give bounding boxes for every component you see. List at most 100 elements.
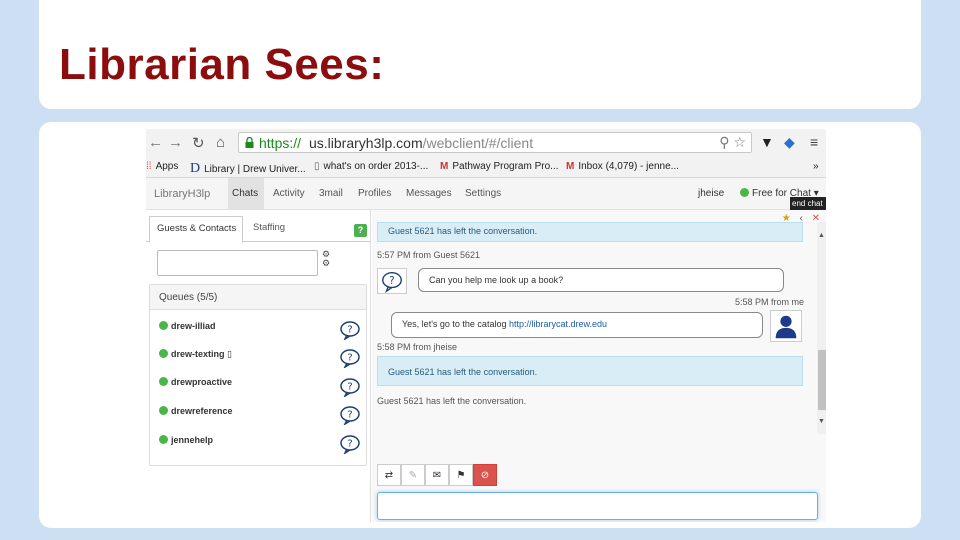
screenshot: ← → ↻ ⌂ https:// us.libraryh3lp.com/webc…: [146, 129, 826, 522]
bookmark-pathway[interactable]: M Pathway Program Pro...: [440, 161, 559, 172]
slide-title-card: Librarian Sees:: [39, 0, 921, 109]
chat-panel: ★ ‹ ✕ Guest 5621 has left the conversati…: [372, 210, 826, 522]
email-button[interactable]: ✉: [425, 464, 449, 486]
reload-icon[interactable]: ↻: [192, 134, 205, 152]
app-navbar: LibraryH3lp Chats Activity 3mail Profile…: [146, 178, 826, 210]
status-online-icon: [159, 349, 168, 358]
block-icon: ⊘: [480, 469, 490, 481]
svg-text:?: ?: [389, 276, 394, 287]
gmail-icon: M: [566, 161, 575, 172]
svg-text:?: ?: [347, 325, 352, 336]
catalog-link[interactable]: http://librarycat.drew.edu: [509, 319, 607, 329]
nav-3mail[interactable]: 3mail: [319, 188, 343, 199]
my-message-bubble: Yes, let's go to the catalog http://libr…: [391, 312, 763, 338]
status-online-icon: [159, 321, 168, 330]
url-path: /webclient/#/client: [422, 135, 534, 151]
queues-panel: Queues (5/5) drew-illiad drew-texting ▯ …: [149, 284, 367, 466]
url-host-path: us.libraryh3lp.com/webclient/#/client: [309, 135, 533, 151]
svg-text:?: ?: [347, 410, 352, 421]
bookmark-library[interactable]: D Library | Drew Univer...: [190, 161, 306, 177]
svg-text:?: ?: [347, 353, 352, 364]
slide-content-card: ← → ↻ ⌂ https:// us.libraryh3lp.com/webc…: [39, 122, 921, 528]
nav-profiles[interactable]: Profiles: [358, 188, 391, 199]
tab-staffing[interactable]: Staffing: [253, 222, 285, 233]
message-meta: 5:58 PM from me: [735, 297, 805, 307]
message-meta: 5:57 PM from Guest 5621: [377, 250, 481, 260]
home-icon[interactable]: ⌂: [216, 134, 225, 151]
phone-icon: ▯: [227, 349, 232, 359]
url-host: us.libraryh3lp.com: [309, 135, 423, 151]
system-note: Guest 5621 has left the conversation.: [377, 396, 527, 406]
lock-icon: [245, 137, 254, 148]
slide-title: Librarian Sees:: [59, 40, 385, 89]
bookmarks-more[interactable]: »: [813, 161, 819, 172]
url-scheme: https://: [259, 135, 302, 151]
system-message: Guest 5621 has left the conversation.: [377, 356, 803, 386]
back-arrow-icon[interactable]: ←: [148, 134, 163, 151]
scroll-up-icon[interactable]: ▲: [818, 232, 825, 239]
bookmark-apps[interactable]: ⁞⁞ Apps: [146, 161, 178, 172]
guest-avatar-icon: ?: [377, 268, 407, 294]
help-badge[interactable]: ?: [354, 224, 367, 237]
status-online-icon: [740, 188, 749, 197]
brand[interactable]: LibraryH3lp: [154, 188, 210, 200]
bookmark-inbox[interactable]: M Inbox (4,079) - jenne...: [566, 161, 679, 172]
guest-message-bubble: Can you help me look up a book?: [418, 268, 784, 292]
menu-icon[interactable]: ≡: [810, 134, 818, 150]
bookmark-order[interactable]: ▯ what's on order 2013-...: [314, 161, 428, 172]
svg-text:?: ?: [347, 439, 352, 450]
queue-item[interactable]: drew-illiad: [159, 321, 216, 331]
queue-item[interactable]: jennehelp: [159, 435, 213, 445]
apps-grid-icon: ⁞⁞: [146, 161, 152, 172]
star-icon[interactable]: ☆: [733, 134, 746, 150]
queue-item[interactable]: drewreference: [159, 406, 233, 416]
chat-message-input[interactable]: [377, 492, 818, 520]
drew-d-icon: D: [190, 161, 201, 176]
address-bar[interactable]: https:// us.libraryh3lp.com/webclient/#/…: [238, 132, 752, 153]
chat-bubble-question-icon[interactable]: ?: [339, 348, 361, 368]
status-online-icon: [159, 406, 168, 415]
owl-extension-icon[interactable]: ▼: [760, 134, 774, 150]
tab-guests-contacts[interactable]: Guests & Contacts: [149, 216, 243, 243]
status-online-icon: [159, 377, 168, 386]
chat-bubble-question-icon[interactable]: ?: [339, 320, 361, 340]
envelope-icon: ✉: [432, 469, 442, 481]
chat-scrollbar[interactable]: ▲ ▼: [817, 222, 826, 434]
forward-arrow-icon[interactable]: →: [168, 134, 183, 151]
contact-search-input[interactable]: [157, 250, 318, 276]
diamond-extension-icon[interactable]: ◆: [784, 134, 795, 151]
chat-bubble-question-icon[interactable]: ?: [339, 434, 361, 454]
message-meta: 5:58 PM from jheise: [377, 342, 458, 352]
scroll-thumb[interactable]: [818, 350, 826, 410]
transfer-button[interactable]: ⇄: [377, 464, 401, 486]
queues-header: Queues (5/5): [150, 285, 366, 310]
browser-toolbar: ← → ↻ ⌂ https:// us.libraryh3lp.com/webc…: [146, 129, 826, 157]
attach-button[interactable]: ✎: [401, 464, 425, 486]
nav-activity[interactable]: Activity: [273, 188, 305, 199]
end-chat-button[interactable]: ⊘: [473, 464, 497, 486]
nav-chats[interactable]: Chats: [232, 188, 258, 199]
queue-item[interactable]: drewproactive: [159, 377, 232, 387]
chat-bubble-question-icon[interactable]: ?: [339, 405, 361, 425]
flag-icon: ⚑: [456, 469, 466, 481]
transfer-icon: ⇄: [384, 469, 394, 481]
gmail-icon: M: [440, 161, 449, 172]
bookmarks-bar: ⁞⁞ Apps D Library | Drew Univer... ▯ what's…: [146, 157, 826, 178]
user-name[interactable]: jheise: [698, 188, 724, 199]
nav-messages[interactable]: Messages: [406, 188, 452, 199]
address-bar-icons: ⚲ ☆: [719, 134, 746, 151]
nav-settings[interactable]: Settings: [465, 188, 501, 199]
chat-bubble-question-icon[interactable]: ?: [339, 377, 361, 397]
settings-gear-icon[interactable]: ⚙ ⚙: [322, 250, 330, 268]
paperclip-icon: ✎: [408, 469, 418, 481]
scroll-down-icon[interactable]: ▼: [818, 418, 825, 425]
left-panel: Guests & Contacts Staffing ? ⚙ ⚙ Queues (…: [146, 210, 371, 522]
librarian-avatar-icon: [770, 310, 802, 342]
svg-text:?: ?: [347, 382, 352, 393]
zoom-icon[interactable]: ⚲: [719, 134, 729, 150]
queue-item[interactable]: drew-texting ▯: [159, 349, 232, 360]
system-message: Guest 5621 has left the conversation.: [377, 222, 803, 242]
flag-button[interactable]: ⚑: [449, 464, 473, 486]
left-tabs: Guests & Contacts Staffing ?: [146, 216, 371, 243]
page-icon: ▯: [314, 161, 320, 172]
